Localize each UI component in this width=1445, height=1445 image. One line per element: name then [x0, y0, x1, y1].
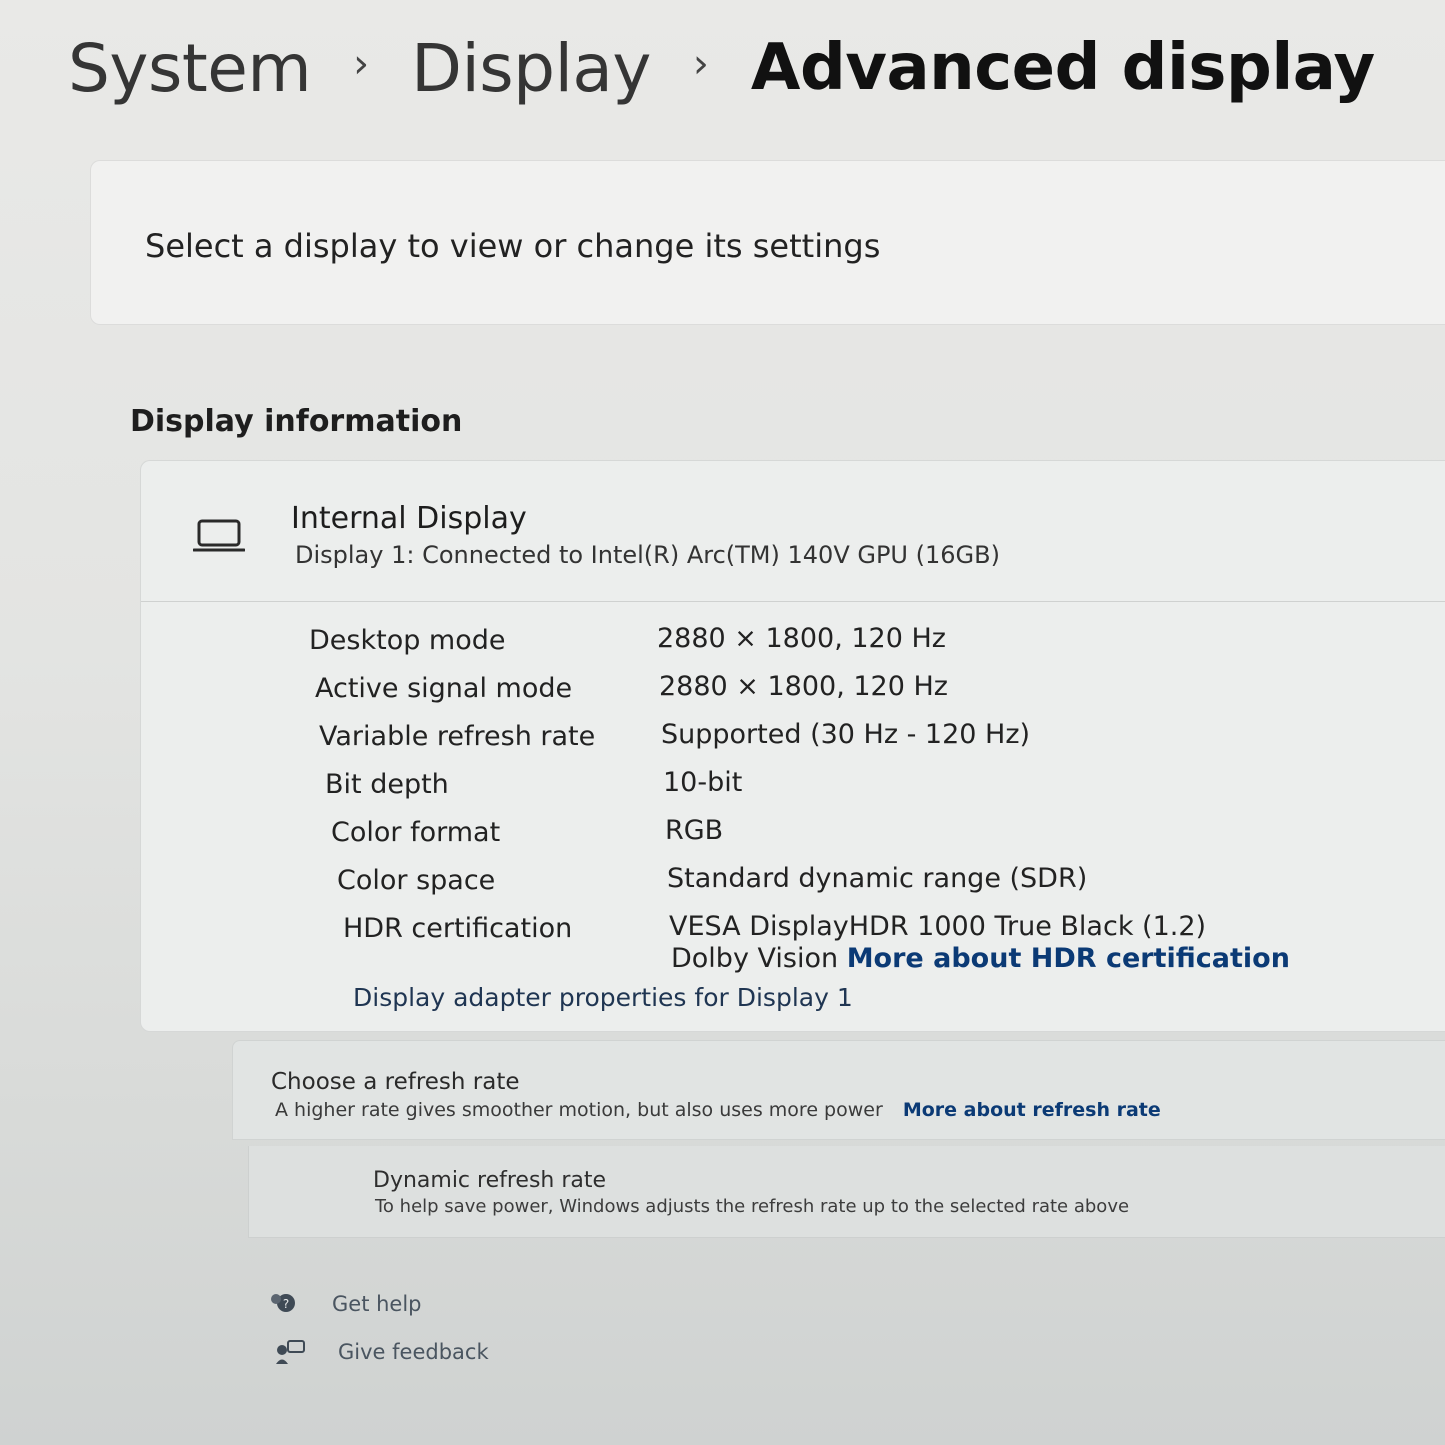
breadcrumb-system[interactable]: System	[68, 30, 312, 107]
refresh-rate-title: Choose a refresh rate	[271, 1069, 520, 1095]
spec-value: Standard dynamic range (SDR)	[667, 863, 1088, 894]
svg-text:?: ?	[283, 1297, 289, 1311]
section-title-display-information: Display information	[130, 404, 463, 439]
spec-value: Supported (30 Hz - 120 Hz)	[661, 719, 1031, 750]
more-about-refresh-rate-link[interactable]: More about refresh rate	[903, 1099, 1161, 1121]
display-header: Internal Display Display 1: Connected to…	[141, 461, 1445, 602]
spec-value: 10-bit	[663, 767, 743, 798]
spec-row-hdr-certification: HDR certification VESA DisplayHDR 1000 T…	[309, 909, 1409, 974]
get-help-label: Get help	[332, 1292, 422, 1316]
dynamic-refresh-description: To help save power, Windows adjusts the …	[375, 1196, 1130, 1217]
spec-label: Bit depth	[325, 769, 449, 800]
display-adapter-properties-link[interactable]: Display adapter properties for Display 1	[353, 983, 853, 1012]
breadcrumb: System › Display › Advanced display	[68, 18, 1438, 118]
spec-label: Color space	[337, 865, 496, 896]
get-help-link[interactable]: ? Get help	[268, 1290, 422, 1318]
spec-label: Color format	[331, 817, 501, 848]
dolby-vision-text: Dolby Vision	[671, 943, 839, 974]
spec-value: RGB	[665, 815, 724, 846]
help-icon: ?	[271, 1294, 295, 1312]
spec-row-active-signal-mode: Active signal mode 2880 × 1800, 120 Hz	[309, 669, 1409, 717]
give-feedback-link[interactable]: Give feedback	[274, 1338, 489, 1366]
display-connection: Display 1: Connected to Intel(R) Arc(TM)…	[295, 541, 1000, 569]
display-name: Internal Display	[291, 501, 527, 536]
select-display-card[interactable]: Select a display to view or change its s…	[90, 160, 1445, 325]
refresh-rate-subtitle: A higher rate gives smoother motion, but…	[275, 1099, 883, 1121]
refresh-rate-description: A higher rate gives smoother motion, but…	[275, 1099, 1161, 1121]
choose-refresh-rate-card[interactable]: Choose a refresh rate A higher rate give…	[232, 1040, 1445, 1140]
spec-row-bit-depth: Bit depth 10-bit	[309, 765, 1409, 813]
spec-row-desktop-mode: Desktop mode 2880 × 1800, 120 Hz	[309, 621, 1409, 669]
feedback-icon	[276, 1340, 305, 1364]
more-about-hdr-link[interactable]: More about HDR certification	[847, 943, 1290, 974]
spec-table: Desktop mode 2880 × 1800, 120 Hz Active …	[309, 621, 1409, 974]
chevron-right-icon: ›	[353, 41, 370, 87]
spec-row-color-space: Color space Standard dynamic range (SDR)	[309, 861, 1409, 909]
spec-row-color-format: Color format RGB	[309, 813, 1409, 861]
laptop-icon	[193, 519, 245, 552]
give-feedback-label: Give feedback	[338, 1340, 489, 1364]
spec-label: Desktop mode	[309, 625, 506, 656]
spec-row-variable-refresh-rate: Variable refresh rate Supported (30 Hz -…	[309, 717, 1409, 765]
display-information-card: Internal Display Display 1: Connected to…	[140, 460, 1445, 1032]
spec-value: 2880 × 1800, 120 Hz	[657, 623, 946, 654]
spec-label: Active signal mode	[315, 673, 573, 704]
select-display-text: Select a display to view or change its s…	[145, 227, 881, 265]
page-title: Advanced display	[750, 31, 1375, 105]
spec-value: 2880 × 1800, 120 Hz	[659, 671, 948, 702]
spec-value-secondary: Dolby Vision More about HDR certificatio…	[671, 943, 1290, 974]
spec-label: Variable refresh rate	[319, 721, 596, 752]
chevron-right-icon: ›	[692, 41, 709, 87]
spec-value: VESA DisplayHDR 1000 True Black (1.2)	[669, 911, 1207, 942]
spec-label: HDR certification	[343, 913, 573, 944]
dynamic-refresh-rate-card[interactable]: Dynamic refresh rate To help save power,…	[248, 1146, 1445, 1238]
breadcrumb-display[interactable]: Display	[411, 30, 651, 107]
dynamic-refresh-title: Dynamic refresh rate	[373, 1168, 607, 1193]
